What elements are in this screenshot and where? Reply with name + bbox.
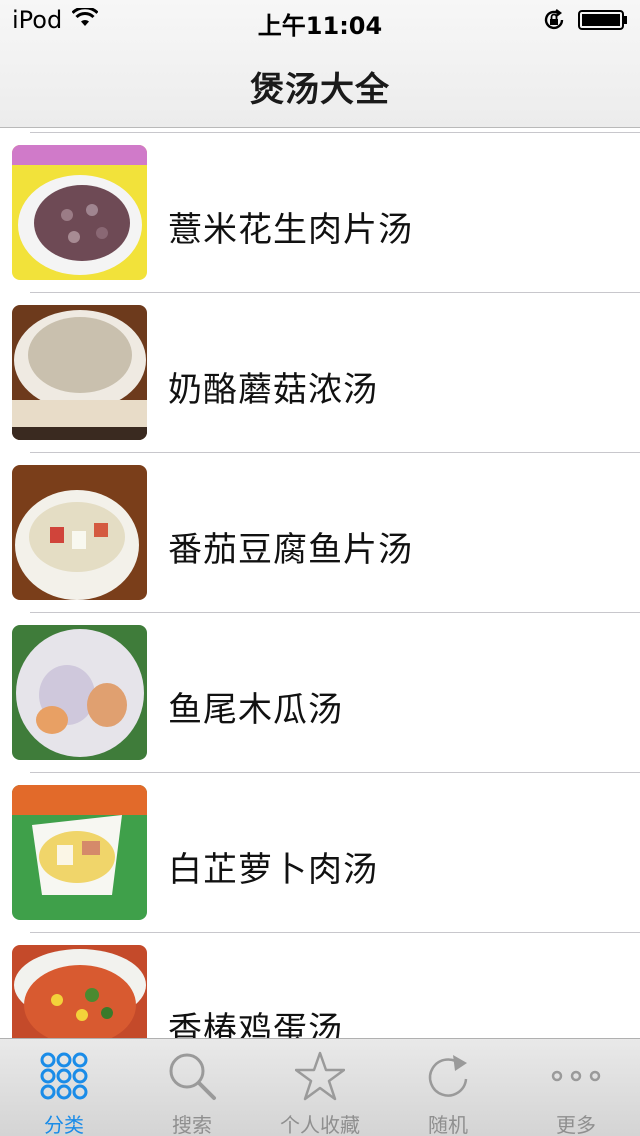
soup-list[interactable]: 薏米花生肉片汤 奶酪蘑菇浓汤 番茄豆腐鱼片汤 鱼尾木瓜汤 白芷萝卜肉汤 香椿鸡蛋…: [0, 128, 640, 1038]
soup-title: 鱼尾木瓜汤: [168, 690, 343, 730]
more-dots-icon: [551, 1051, 601, 1101]
status-bar: iPod 上午11:04: [0, 0, 640, 40]
row-separator: [30, 452, 640, 453]
soup-photo-thumbnail: [12, 305, 147, 440]
soup-photo-thumbnail: [12, 625, 147, 760]
tab-label: 搜索: [172, 1113, 212, 1136]
tab-label: 分类: [44, 1113, 84, 1136]
row-separator: [30, 932, 640, 933]
soup-photo-thumbnail: [12, 785, 147, 920]
list-item[interactable]: 薏米花生肉片汤: [0, 128, 640, 288]
soup-photo-thumbnail: [12, 145, 147, 280]
soup-title: 番茄豆腐鱼片汤: [168, 530, 413, 570]
row-separator: [30, 132, 640, 133]
refresh-icon: [423, 1051, 473, 1101]
tab-label: 个人收藏: [280, 1113, 360, 1136]
soup-photo-thumbnail: [12, 945, 147, 1038]
list-item[interactable]: 奶酪蘑菇浓汤: [0, 288, 640, 448]
tab-more[interactable]: 更多: [512, 1039, 640, 1136]
row-separator: [30, 292, 640, 293]
tab-label: 随机: [428, 1113, 468, 1136]
star-icon: [294, 1051, 346, 1101]
row-separator: [30, 772, 640, 773]
list-item[interactable]: 白芷萝卜肉汤: [0, 768, 640, 928]
soup-title: 奶酪蘑菇浓汤: [168, 370, 378, 410]
search-icon: [167, 1051, 217, 1101]
soup-title: 薏米花生肉片汤: [168, 210, 413, 250]
list-item[interactable]: 番茄豆腐鱼片汤: [0, 448, 640, 608]
soup-title: 白芷萝卜肉汤: [168, 850, 378, 890]
tab-label: 更多: [556, 1113, 596, 1136]
battery-icon: [578, 9, 628, 35]
soup-photo-thumbnail: [12, 465, 147, 600]
rotation-lock-icon: [542, 8, 566, 36]
list-item[interactable]: 鱼尾木瓜汤: [0, 608, 640, 768]
row-separator: [30, 612, 640, 613]
tab-random[interactable]: 随机: [384, 1039, 512, 1136]
soup-title: 香椿鸡蛋汤: [168, 1010, 343, 1038]
tab-search[interactable]: 搜索: [128, 1039, 256, 1136]
status-right: [542, 8, 628, 36]
list-item[interactable]: 香椿鸡蛋汤: [0, 928, 640, 1038]
tab-category[interactable]: 分类: [0, 1039, 128, 1136]
grid-dots-icon: [39, 1051, 89, 1101]
tab-favorites[interactable]: 个人收藏: [256, 1039, 384, 1136]
page-title: 煲汤大全: [250, 70, 390, 110]
tab-bar: 分类 搜索 个人收藏 随机 更多: [0, 1038, 640, 1136]
